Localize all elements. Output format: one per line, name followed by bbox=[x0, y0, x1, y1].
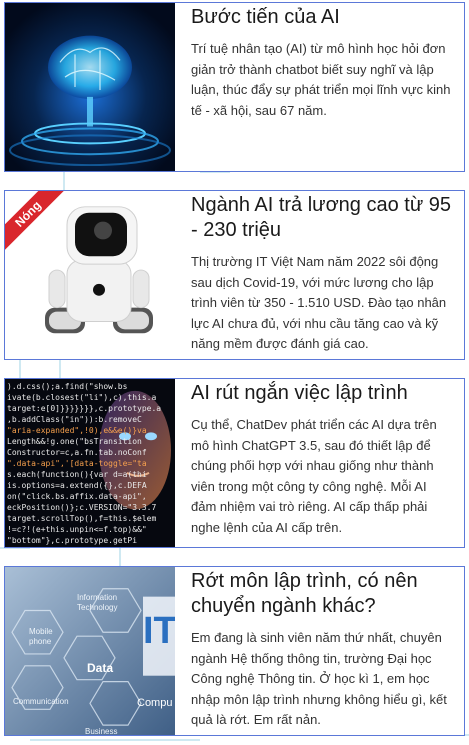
thumb-label-communication: Communication bbox=[13, 697, 69, 706]
code-line: "aria-expanded",!0),e&&e()}va bbox=[7, 426, 147, 435]
code-line: is.options=a.extend({},c.DEFA bbox=[7, 481, 147, 490]
ai-brain-image bbox=[5, 3, 175, 171]
article-card-4[interactable]: Information Technology Mobile phone Data… bbox=[4, 566, 465, 736]
article-title-1[interactable]: Bước tiến của AI bbox=[191, 5, 454, 30]
code-line: Length&&!g.one("bsTransition bbox=[7, 437, 142, 446]
thumb-label-business: Business bbox=[85, 727, 118, 735]
article-card-1[interactable]: Bước tiến của AI Trí tuệ nhân tạo (AI) t… bbox=[4, 2, 465, 172]
article-title-2[interactable]: Ngành AI trả lương cao từ 95 - 230 triệu bbox=[191, 193, 454, 243]
code-line: ".data-api",'[data-toggle="ta bbox=[7, 459, 147, 468]
code-line: on("click.bs.affix.data-api", bbox=[7, 492, 147, 501]
code-line: target:e[0]}}}}}}},c.prototype.a bbox=[7, 404, 162, 413]
code-line: "bottom"},c.prototype.getPi bbox=[7, 536, 138, 545]
thumb-label-mobile: Mobile phone bbox=[29, 627, 53, 646]
thumb-label-data: Data bbox=[87, 661, 114, 675]
article-thumbnail-2[interactable]: Nóng bbox=[5, 191, 175, 359]
thumb-label-it: IT bbox=[143, 610, 175, 652]
article-title-3[interactable]: AI rút ngắn việc lập trình bbox=[191, 381, 454, 406]
article-description-2: Thị trường IT Việt Nam năm 2022 sôi động… bbox=[191, 254, 447, 351]
code-line: s.each(function(){var d=a(thi bbox=[7, 470, 147, 479]
code-line: ivate(b.closest("li"),c),this.a bbox=[7, 393, 157, 402]
thumb-label-info-tech: Information Technology bbox=[77, 593, 118, 612]
article-thumbnail-4[interactable]: Information Technology Mobile phone Data… bbox=[5, 567, 175, 735]
article-thumbnail-3[interactable]: ).d.css();a.find("show.bs ivate(b.closes… bbox=[5, 379, 175, 547]
article-description-3: Cụ thể, ChatDev phát triển các AI dựa tr… bbox=[191, 417, 437, 535]
code-lines: ).d.css();a.find("show.bs ivate(b.closes… bbox=[7, 381, 161, 546]
code-line: !=c?!(e+this.unpin<=f.top)&&" bbox=[7, 525, 147, 534]
article-title-4[interactable]: Rớt môn lập trình, có nên chuyển ngành k… bbox=[191, 569, 454, 619]
thumb-label-compu: Compu bbox=[137, 697, 173, 709]
article-card-2[interactable]: Nóng Ngành AI trả lương cao từ 95 - 230 … bbox=[4, 190, 465, 360]
article-description-1: Trí tuệ nhân tạo (AI) từ mô hình học hỏi… bbox=[191, 41, 451, 118]
code-line: ,b.addClass("in")):b.removeC bbox=[7, 415, 142, 424]
article-description-4: Em đang là sinh viên năm thứ nhất, chuyê… bbox=[191, 630, 447, 727]
code-line: ).d.css();a.find("show.bs bbox=[7, 382, 128, 391]
code-line: target.scrollTop(),f=this.$elem bbox=[7, 514, 157, 523]
code-line: Constructor=c,a.fn.tab.noConf bbox=[7, 448, 147, 457]
article-thumbnail-1[interactable] bbox=[5, 3, 175, 171]
article-card-3[interactable]: ).d.css();a.find("show.bs ivate(b.closes… bbox=[4, 378, 465, 548]
code-line: eckPosition()};c.VERSION="3.3.7 bbox=[7, 503, 157, 512]
